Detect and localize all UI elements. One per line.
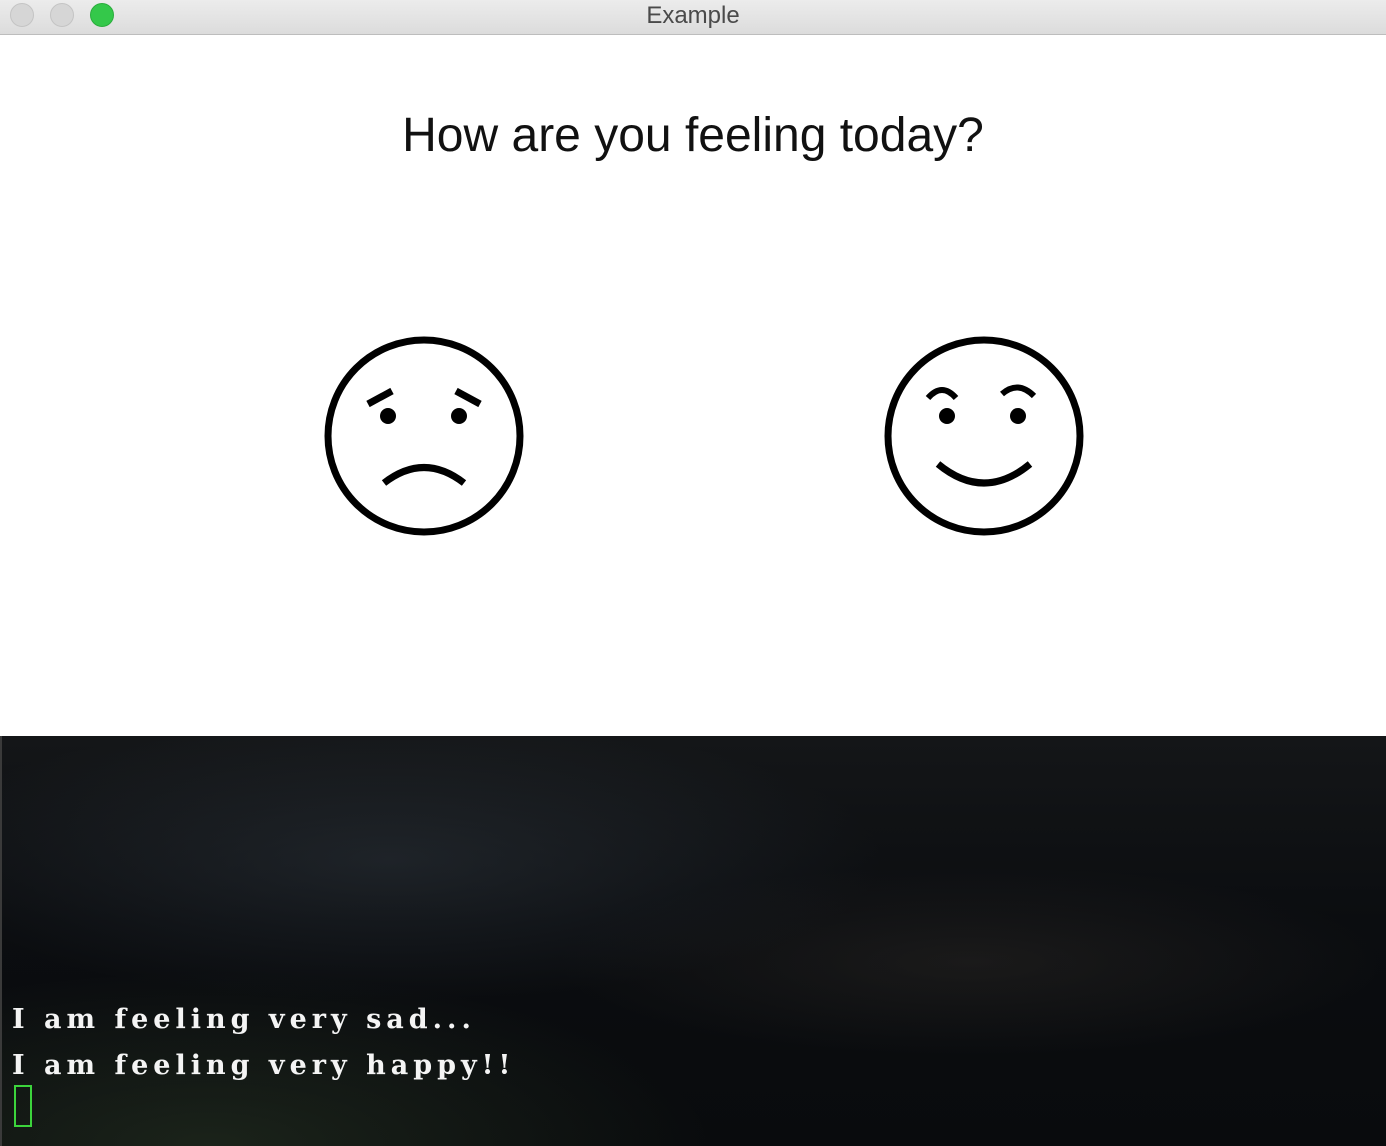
terminal-cursor xyxy=(14,1085,32,1127)
happy-face-icon xyxy=(884,336,1084,536)
title-bar[interactable]: Example xyxy=(0,0,1386,35)
feeling-prompt: How are you feeling today? xyxy=(402,109,984,162)
happy-face-button[interactable] xyxy=(884,336,1084,536)
terminal-line: I am feeling very sad... xyxy=(12,1004,476,1035)
app-window: Example How are you feeling today? xyxy=(0,0,1386,736)
terminal-output[interactable]: I am feeling very sad... I am feeling ve… xyxy=(0,736,1386,1146)
terminal-line: I am feeling very happy!! xyxy=(12,1050,516,1081)
sad-face-button[interactable] xyxy=(324,336,524,536)
sad-face-icon xyxy=(324,336,524,536)
window-title: Example xyxy=(646,2,740,29)
